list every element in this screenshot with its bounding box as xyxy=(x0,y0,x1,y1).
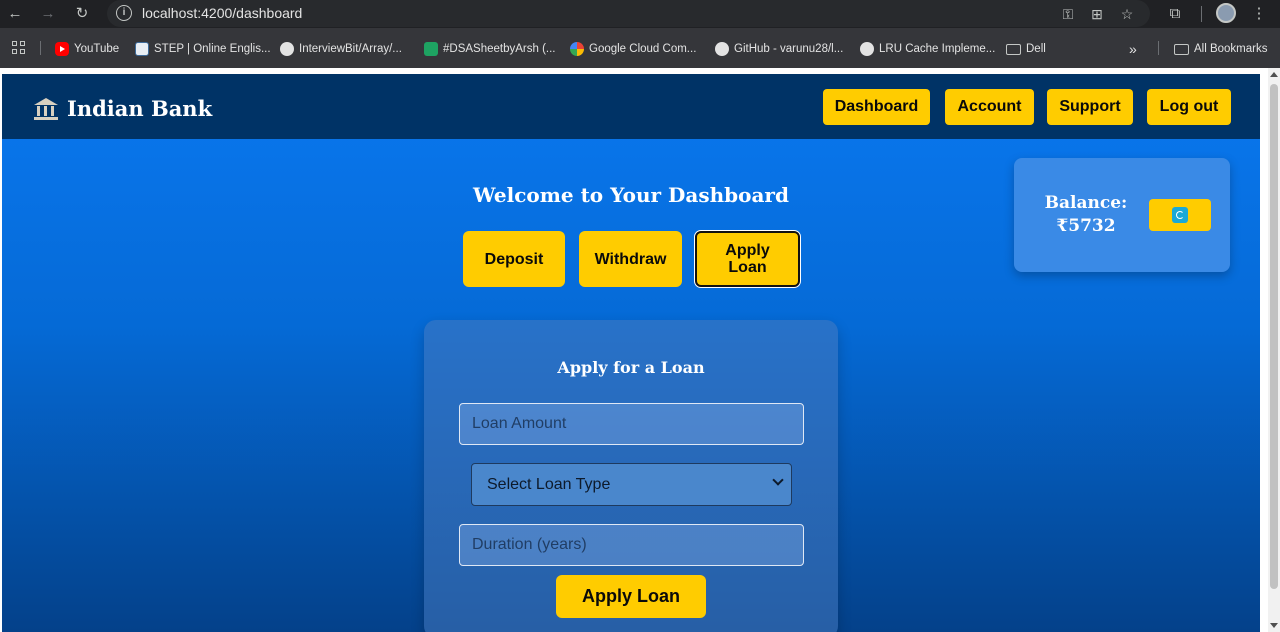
apply-loan-submit-button[interactable]: Apply Loan xyxy=(556,575,706,618)
bookmark-youtube[interactable]: YouTube xyxy=(55,40,119,58)
address-url[interactable]: localhost:4200/dashboard xyxy=(142,5,302,21)
youtube-icon xyxy=(55,42,69,56)
scroll-down-arrow-icon[interactable] xyxy=(1270,623,1278,628)
page-viewport: Indian Bank Dashboard Account Support Lo… xyxy=(0,68,1268,632)
forward-arrow-icon[interactable]: → xyxy=(37,3,59,25)
translate-icon[interactable]: ⊞ xyxy=(1087,4,1107,24)
dashboard-app: Indian Bank Dashboard Account Support Lo… xyxy=(2,74,1260,632)
apps-grid-icon[interactable] xyxy=(12,41,26,55)
bookmark-label: Google Cloud Com... xyxy=(589,43,697,55)
balance-label: Balance: xyxy=(1044,193,1128,213)
github-icon xyxy=(715,42,729,56)
loan-duration-input[interactable] xyxy=(459,524,804,566)
balance-card: Balance: ₹5732 xyxy=(1014,158,1230,272)
bookmark-label: LRU Cache Impleme... xyxy=(879,43,996,55)
loan-form-title: Apply for a Loan xyxy=(557,358,705,377)
bookmark-label: YouTube xyxy=(74,43,120,55)
balance-amount: ₹5732 xyxy=(1056,216,1116,236)
welcome-heading: Welcome to Your Dashboard xyxy=(473,183,789,207)
bookmark-label: #DSASheetbyArsh (... xyxy=(443,43,556,55)
profile-avatar[interactable] xyxy=(1216,3,1236,23)
navbar: Indian Bank Dashboard Account Support Lo… xyxy=(2,74,1260,139)
all-bookmarks-label: All Bookmarks xyxy=(1194,43,1268,55)
balance-display: Balance: ₹5732 xyxy=(1014,192,1158,238)
bookmarks-bar: YouTube STEP | Online Englis... Intervie… xyxy=(0,28,1280,68)
github-icon xyxy=(280,42,294,56)
password-key-icon[interactable]: ⚿ xyxy=(1058,4,1078,24)
extensions-icon[interactable]: ⧉ xyxy=(1164,3,1186,25)
bookmark-step[interactable]: STEP | Online Englis... xyxy=(135,40,271,58)
withdraw-button[interactable]: Withdraw xyxy=(579,231,682,287)
bookmark-google-cloud[interactable]: Google Cloud Com... xyxy=(570,40,696,58)
brand[interactable]: Indian Bank xyxy=(34,96,212,121)
folder-icon xyxy=(1006,43,1021,55)
page-scrollbar[interactable] xyxy=(1268,68,1280,632)
loan-form-card: Apply for a Loan Select Loan Type Apply … xyxy=(424,320,838,632)
loan-type-select[interactable]: Select Loan Type xyxy=(471,463,792,506)
refresh-icon xyxy=(1172,207,1188,223)
reload-icon[interactable]: ↻ xyxy=(71,3,93,25)
nav-dashboard-button[interactable]: Dashboard xyxy=(823,89,930,125)
address-bar[interactable]: i localhost:4200/dashboard ⚿ ⊞ ☆ xyxy=(107,0,1150,27)
site-info-icon[interactable]: i xyxy=(116,5,132,21)
bookmark-label: InterviewBit/Array/... xyxy=(299,43,402,55)
brand-name: Indian Bank xyxy=(67,96,213,121)
bank-building-icon xyxy=(34,97,58,120)
bookmarks-overflow-button[interactable]: » xyxy=(1129,40,1137,58)
bookmark-dsasheet[interactable]: #DSASheetbyArsh (... xyxy=(424,40,556,58)
bookmark-label: Dell xyxy=(1026,43,1046,55)
nav-logout-button[interactable]: Log out xyxy=(1147,89,1231,125)
bookmark-github-varunu28[interactable]: GitHub - varunu28/l... xyxy=(715,40,843,58)
chevron-down-icon xyxy=(772,474,784,486)
bookmarks-divider xyxy=(40,41,41,55)
scroll-up-arrow-icon[interactable] xyxy=(1270,72,1278,77)
bookmark-star-icon[interactable]: ☆ xyxy=(1117,4,1137,24)
deposit-button[interactable]: Deposit xyxy=(463,231,565,287)
toolbar-divider xyxy=(1201,6,1202,22)
bookmark-label: STEP | Online Englis... xyxy=(154,43,271,55)
nav-account-button[interactable]: Account xyxy=(945,89,1034,125)
google-cloud-icon xyxy=(570,42,584,56)
globe-icon xyxy=(860,42,874,56)
all-bookmarks-button[interactable]: All Bookmarks xyxy=(1174,40,1268,58)
bookmark-label: GitHub - varunu28/l... xyxy=(734,43,844,55)
apply-loan-tab-button[interactable]: Apply Loan xyxy=(695,231,800,287)
sheets-icon xyxy=(424,42,438,56)
refresh-balance-button[interactable] xyxy=(1149,199,1211,231)
browser-toolbar: ← → ↻ i localhost:4200/dashboard ⚿ ⊞ ☆ ⧉… xyxy=(0,0,1280,28)
step-icon xyxy=(135,42,149,56)
loan-amount-input[interactable] xyxy=(459,403,804,445)
bookmarks-divider xyxy=(1158,41,1159,55)
bookmark-interviewbit[interactable]: InterviewBit/Array/... xyxy=(280,40,402,58)
back-arrow-icon[interactable]: ← xyxy=(4,3,26,25)
bookmark-dell-folder[interactable]: Dell xyxy=(1006,40,1046,58)
scrollbar-thumb[interactable] xyxy=(1270,84,1278,589)
bookmark-lru-cache[interactable]: LRU Cache Impleme... xyxy=(860,40,995,58)
loan-type-selected-value: Select Loan Type xyxy=(487,476,611,493)
nav-support-button[interactable]: Support xyxy=(1047,89,1133,125)
folder-icon xyxy=(1174,43,1189,55)
menu-kebab-icon[interactable]: ⋮ xyxy=(1248,3,1270,25)
